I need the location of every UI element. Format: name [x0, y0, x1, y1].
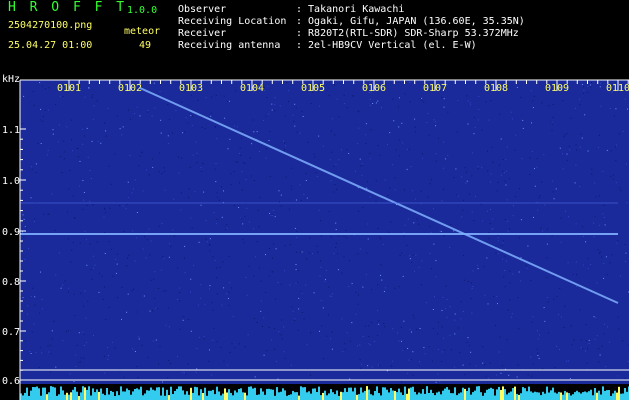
- y-tick-label: 0.9: [2, 227, 20, 238]
- x-tick-label: 0109: [545, 83, 569, 94]
- y-tick-label: 1.1: [2, 125, 20, 136]
- x-tick-label: 0103: [179, 83, 203, 94]
- x-tick-label: 0110: [606, 83, 629, 94]
- x-tick-label: 0105: [301, 83, 325, 94]
- y-axis-unit: kHz: [2, 74, 20, 85]
- y-tick-label: 0.7: [2, 327, 20, 338]
- y-tick-label: 1.0: [2, 176, 20, 187]
- spectrogram: 1.1 1.0 0.9 0.8 0.7 0.6 0101 0102 0103 0104 0105 01…: [2, 74, 629, 400]
- x-tick-label: 0107: [423, 83, 447, 94]
- spectrogram-background: [20, 80, 629, 400]
- x-tick-label: 0106: [362, 83, 386, 94]
- y-tick-label: 0.6: [2, 376, 20, 387]
- y-tick-label: 0.8: [2, 277, 20, 288]
- x-tick-label: 0108: [484, 83, 508, 94]
- x-tick-label: 0104: [240, 83, 264, 94]
- x-tick-label: 0101: [57, 83, 81, 94]
- x-tick-label: 0102: [118, 83, 142, 94]
